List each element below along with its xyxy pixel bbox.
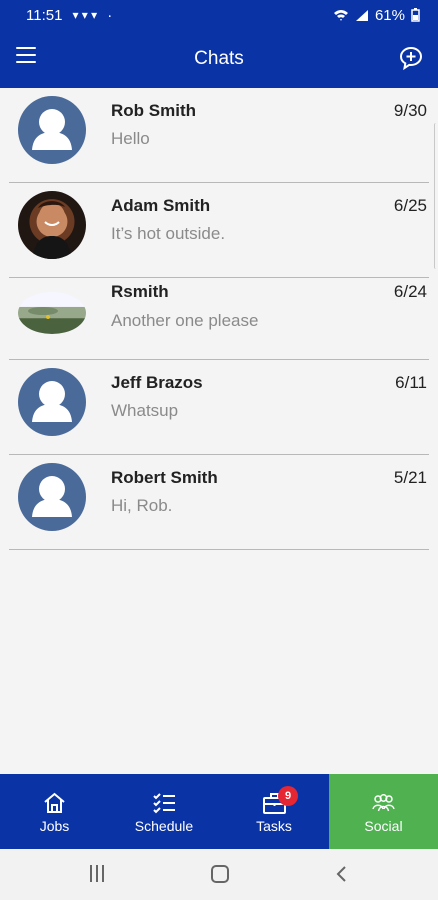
nav-tasks[interactable]: Tasks 9: [219, 774, 329, 849]
nav-label: Tasks: [256, 818, 292, 834]
menu-button[interactable]: [16, 47, 36, 67]
new-chat-icon[interactable]: [398, 45, 424, 71]
nav-schedule[interactable]: Schedule: [109, 774, 219, 849]
nav-label: Schedule: [134, 818, 194, 834]
chat-row[interactable]: Jeff Brazos 6/11 Whatsup: [9, 360, 429, 455]
chat-preview: Hello: [111, 129, 150, 148]
chat-preview: Whatsup: [111, 401, 179, 420]
app-bar: Chats: [0, 30, 438, 88]
status-time: 11:51: [26, 6, 63, 24]
battery-icon: [411, 8, 420, 22]
battery-percent: 61%: [374, 6, 405, 24]
landscape-avatar: [18, 292, 86, 334]
chat-name: Rsmith: [111, 282, 169, 301]
chat-row[interactable]: Adam Smith 6/25 It’s hot outside.: [9, 183, 429, 278]
nav-jobs[interactable]: Jobs: [0, 774, 109, 849]
status-bar: 11:51 ▾ ▾ ▾ · 61%: [0, 0, 438, 30]
chat-date: 9/30: [393, 101, 427, 120]
status-left: 11:51 ▾ ▾ ▾ ·: [26, 7, 112, 24]
status-right: 61%: [333, 7, 420, 24]
menu-icon: [16, 47, 36, 49]
default-user-avatar: [18, 96, 86, 164]
chat-preview: Another one please: [111, 311, 259, 330]
task-count-badge: 9: [278, 786, 298, 806]
chat-row[interactable]: Rsmith 6/24 Another one please: [9, 278, 429, 360]
chat-name: Robert Smith: [111, 468, 218, 487]
home-icon: [44, 792, 65, 813]
default-user-avatar: [18, 368, 86, 436]
nav-label: Jobs: [39, 818, 70, 834]
default-user-avatar: [18, 463, 86, 531]
scrollbar[interactable]: [434, 123, 438, 269]
chat-date: 6/25: [393, 196, 427, 215]
nav-label: Social: [364, 818, 403, 834]
notification-icons: ▾ ▾ ▾: [72, 8, 98, 22]
signal-icon: [355, 9, 368, 21]
system-navigation-bar: [0, 849, 438, 900]
chat-name: Rob Smith: [111, 101, 196, 120]
bottom-navigation: Jobs Schedule Tasks 9 Social: [0, 774, 438, 849]
wifi-icon: [333, 9, 348, 21]
chat-preview: Hi, Rob.: [111, 496, 173, 515]
notification-dot: ·: [107, 6, 113, 24]
people-icon: [372, 794, 395, 812]
chat-row[interactable]: Robert Smith 5/21 Hi, Rob.: [9, 455, 429, 550]
chat-row[interactable]: Rob Smith 9/30 Hello: [9, 88, 429, 183]
user-photo-avatar: [18, 191, 86, 259]
chat-date: 6/11: [395, 373, 427, 392]
home-button[interactable]: [211, 865, 229, 883]
back-icon[interactable]: [334, 865, 350, 883]
recent-apps-button[interactable]: [90, 865, 108, 883]
chat-name: Jeff Brazos: [111, 373, 203, 392]
checklist-icon: [152, 793, 175, 814]
chat-date: 6/24: [393, 282, 427, 301]
chat-preview: It’s hot outside.: [111, 224, 226, 243]
chat-date: 5/21: [393, 468, 427, 487]
page-title: Chats: [194, 48, 244, 69]
nav-social[interactable]: Social: [329, 774, 438, 849]
chat-list: Rob Smith 9/30 Hello Adam Smith 6/25 It’…: [0, 88, 438, 550]
chat-name: Adam Smith: [111, 196, 211, 215]
